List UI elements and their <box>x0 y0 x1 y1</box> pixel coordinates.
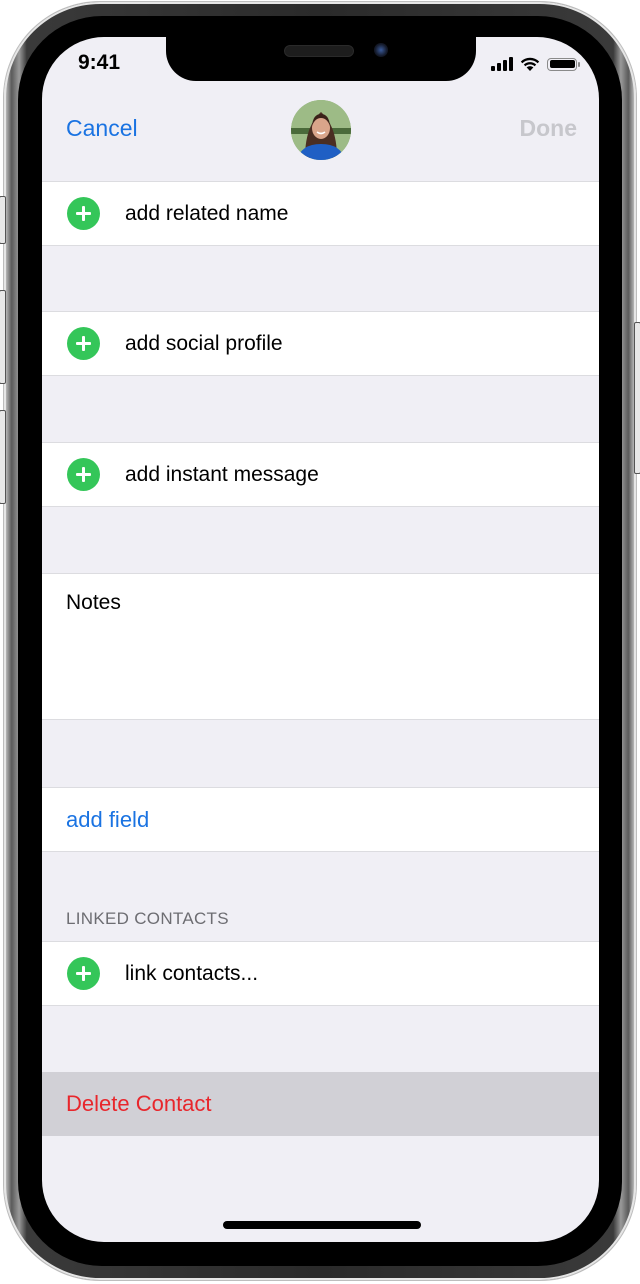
add-plus-icon[interactable] <box>67 957 100 990</box>
row-label: add social profile <box>125 331 283 355</box>
contact-photo-image <box>291 100 351 160</box>
side-button <box>634 322 640 474</box>
row-label: add instant message <box>125 462 319 486</box>
add-field-row[interactable]: add field <box>42 787 599 852</box>
delete-contact-row[interactable]: Delete Contact <box>42 1072 599 1136</box>
navigation-bar: Cancel Done <box>42 37 599 181</box>
contact-photo[interactable] <box>291 100 351 160</box>
notes-label: Notes <box>66 591 121 614</box>
done-button[interactable]: Done <box>520 115 578 142</box>
add-social-profile-row[interactable]: add social profile <box>42 311 599 376</box>
add-instant-message-row[interactable]: add instant message <box>42 442 599 507</box>
notes-field[interactable]: Notes <box>42 573 599 720</box>
delete-contact-button[interactable]: Delete Contact <box>66 1091 212 1117</box>
volume-up-button <box>0 290 6 384</box>
home-indicator[interactable] <box>223 1221 421 1229</box>
add-field-link[interactable]: add field <box>66 807 149 833</box>
link-contacts-row[interactable]: link contacts... <box>42 941 599 1006</box>
linked-contacts-header: LINKED CONTACTS <box>66 909 229 928</box>
mute-switch <box>0 196 6 244</box>
add-plus-icon[interactable] <box>67 327 100 360</box>
volume-down-button <box>0 410 6 504</box>
row-label: add related name <box>125 201 289 225</box>
cancel-button[interactable]: Cancel <box>66 115 138 142</box>
row-label: link contacts... <box>125 961 259 985</box>
add-plus-icon[interactable] <box>67 458 100 491</box>
screen: 9:41 Cancel Done add related name add so… <box>42 37 599 1242</box>
add-plus-icon[interactable] <box>67 197 100 230</box>
add-related-name-row[interactable]: add related name <box>42 181 599 246</box>
